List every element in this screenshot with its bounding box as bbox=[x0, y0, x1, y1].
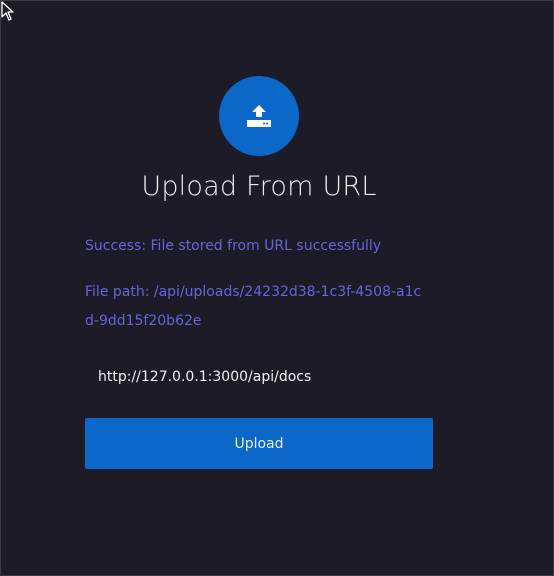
mouse-cursor-icon bbox=[1, 1, 14, 21]
upload-page: Upload From URL Success: File stored fro… bbox=[0, 0, 554, 576]
page-title: Upload From URL bbox=[141, 171, 377, 202]
upload-icon bbox=[247, 105, 271, 127]
upload-icon-badge bbox=[219, 76, 299, 156]
file-path-message: File path: /api/uploads/24232d38-1c3f-45… bbox=[85, 284, 422, 329]
upload-button[interactable]: Upload bbox=[85, 418, 433, 469]
success-message: Success: File stored from URL successful… bbox=[85, 238, 382, 254]
url-input[interactable] bbox=[85, 360, 433, 394]
